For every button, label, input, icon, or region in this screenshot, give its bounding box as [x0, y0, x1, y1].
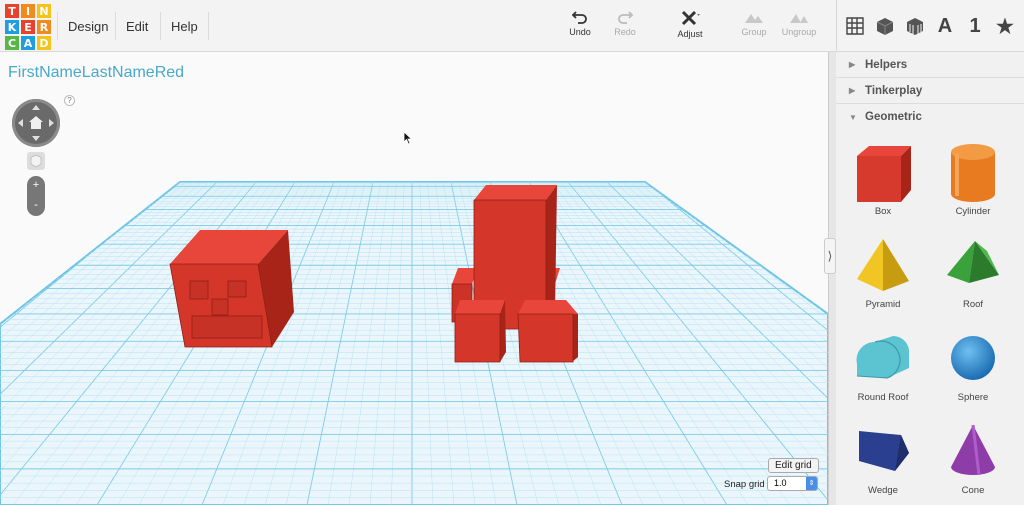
logo-letter: I — [21, 4, 35, 18]
shape-label: Round Roof — [857, 392, 909, 403]
mouse-cursor-icon — [403, 131, 413, 150]
logo-letter: R — [37, 20, 51, 34]
shape-cone[interactable]: Cone — [930, 415, 1016, 505]
zoom-control: + - — [27, 176, 45, 216]
grid-view-icon[interactable] — [845, 15, 865, 37]
view-orbit-control[interactable] — [12, 99, 60, 147]
roof-icon — [947, 241, 999, 283]
3d-workspace[interactable]: FirstNameLastNameRed ? + - Edit grid Sna… — [0, 52, 828, 505]
solid-box-icon[interactable] — [875, 15, 895, 37]
undo-icon — [572, 11, 587, 24]
section-tinkerplay[interactable]: ▶ Tinkerplay — [836, 78, 1024, 104]
project-title[interactable]: FirstNameLastNameRed — [8, 64, 184, 82]
adjust-icon — [681, 10, 700, 26]
shape-label: Cone — [961, 485, 985, 496]
logo-letter: A — [21, 36, 35, 50]
ungroup-button[interactable]: Ungroup — [777, 10, 821, 37]
pyramid-icon — [857, 239, 909, 291]
shape-pyramid[interactable]: Pyramid — [840, 229, 926, 319]
redo-icon — [618, 11, 633, 24]
logo-letter: T — [5, 4, 19, 18]
shape-sphere[interactable]: Sphere — [930, 322, 1016, 412]
section-label: Tinkerplay — [865, 84, 923, 97]
undo-button[interactable]: Undo — [558, 10, 602, 37]
section-label: Helpers — [865, 58, 908, 71]
sphere-icon — [951, 336, 995, 380]
shapes-sidebar: ▶ Helpers ▶ Tinkerplay ▼ Geometric Box C… — [836, 52, 1024, 505]
shape-cylinder[interactable]: Cylinder — [930, 136, 1016, 226]
ungroup-label: Ungroup — [781, 27, 817, 37]
orbit-arrows-icon — [18, 105, 54, 141]
logo-letter: E — [21, 20, 35, 34]
snap-grid-select[interactable]: 1.0 ⇕ — [767, 476, 818, 491]
adjust-button[interactable]: Adjust — [668, 10, 712, 39]
perspective-cube-icon[interactable] — [27, 152, 45, 170]
logo-letter: N — [37, 4, 51, 18]
tinkercad-logo[interactable]: TIN KER CAD — [5, 4, 51, 50]
shape-label: Sphere — [957, 392, 989, 403]
logo-letter: D — [37, 36, 51, 50]
striped-box-icon[interactable] — [905, 15, 925, 37]
cylinder-icon — [951, 144, 995, 202]
menu-help[interactable]: Help — [160, 12, 209, 40]
group-button[interactable]: Group — [732, 10, 776, 37]
select-arrows-icon: ⇕ — [806, 477, 817, 490]
chevron-right-icon: ⟩ — [827, 249, 833, 263]
snap-grid-label: Snap grid — [724, 479, 765, 490]
box-icon — [857, 146, 911, 202]
shape-roof[interactable]: Roof — [930, 229, 1016, 319]
wedge-icon — [859, 431, 909, 471]
adjust-label: Adjust — [677, 29, 703, 39]
shape-label: Roof — [962, 299, 984, 310]
zoom-out-button[interactable]: - — [27, 196, 45, 216]
help-question-icon[interactable]: ? — [64, 95, 75, 106]
zoom-in-button[interactable]: + — [27, 176, 45, 196]
redo-button[interactable]: Redo — [603, 10, 647, 37]
shape-label: Wedge — [868, 485, 898, 496]
favorites-star-icon[interactable]: ★ — [995, 15, 1015, 38]
face-box-object[interactable] — [169, 230, 294, 348]
chevron-down-icon: ▼ — [849, 112, 857, 122]
geometric-shapes-grid: Box Cylinder Pyramid Roof Round Roof Sph… — [836, 130, 1024, 505]
shape-label: Box — [874, 206, 892, 217]
view-toolbar: A 1 ★ — [836, 0, 1015, 52]
menu-design[interactable]: Design — [57, 12, 118, 40]
number-one-icon[interactable]: 1 — [965, 15, 985, 37]
edit-grid-button[interactable]: Edit grid — [768, 458, 819, 473]
shape-wedge[interactable]: Wedge — [840, 415, 926, 505]
shape-round-roof[interactable]: Round Roof — [840, 322, 926, 412]
menu-edit[interactable]: Edit — [115, 12, 158, 40]
shape-box[interactable]: Box — [840, 136, 926, 226]
cone-icon — [951, 424, 995, 476]
shape-label: Cylinder — [955, 206, 991, 217]
top-toolbar: TINKERCAD Design Edit Help Undo Redo Adj… — [0, 0, 1024, 52]
logo-letter: C — [5, 36, 19, 50]
text-a-icon[interactable]: A — [935, 15, 955, 37]
chevron-right-icon: ▶ — [849, 86, 856, 95]
group-icon — [745, 14, 763, 23]
logo-letter: K — [5, 20, 19, 34]
workplane-grid[interactable] — [0, 52, 828, 505]
ungroup-icon — [790, 14, 808, 23]
section-label: Geometric — [865, 111, 922, 123]
undo-label: Undo — [569, 27, 591, 37]
redo-label: Redo — [614, 27, 636, 37]
snap-grid-value: 1.0 — [774, 478, 787, 488]
group-label: Group — [741, 27, 767, 37]
section-geometric[interactable]: ▼ Geometric — [836, 104, 1024, 130]
chevron-right-icon: ▶ — [849, 60, 856, 69]
section-helpers[interactable]: ▶ Helpers — [836, 52, 1024, 78]
sidebar-divider — [828, 52, 836, 505]
collapse-sidebar-button[interactable]: ⟩ — [824, 238, 836, 274]
shape-label: Pyramid — [865, 299, 901, 310]
round-roof-icon — [856, 335, 910, 379]
